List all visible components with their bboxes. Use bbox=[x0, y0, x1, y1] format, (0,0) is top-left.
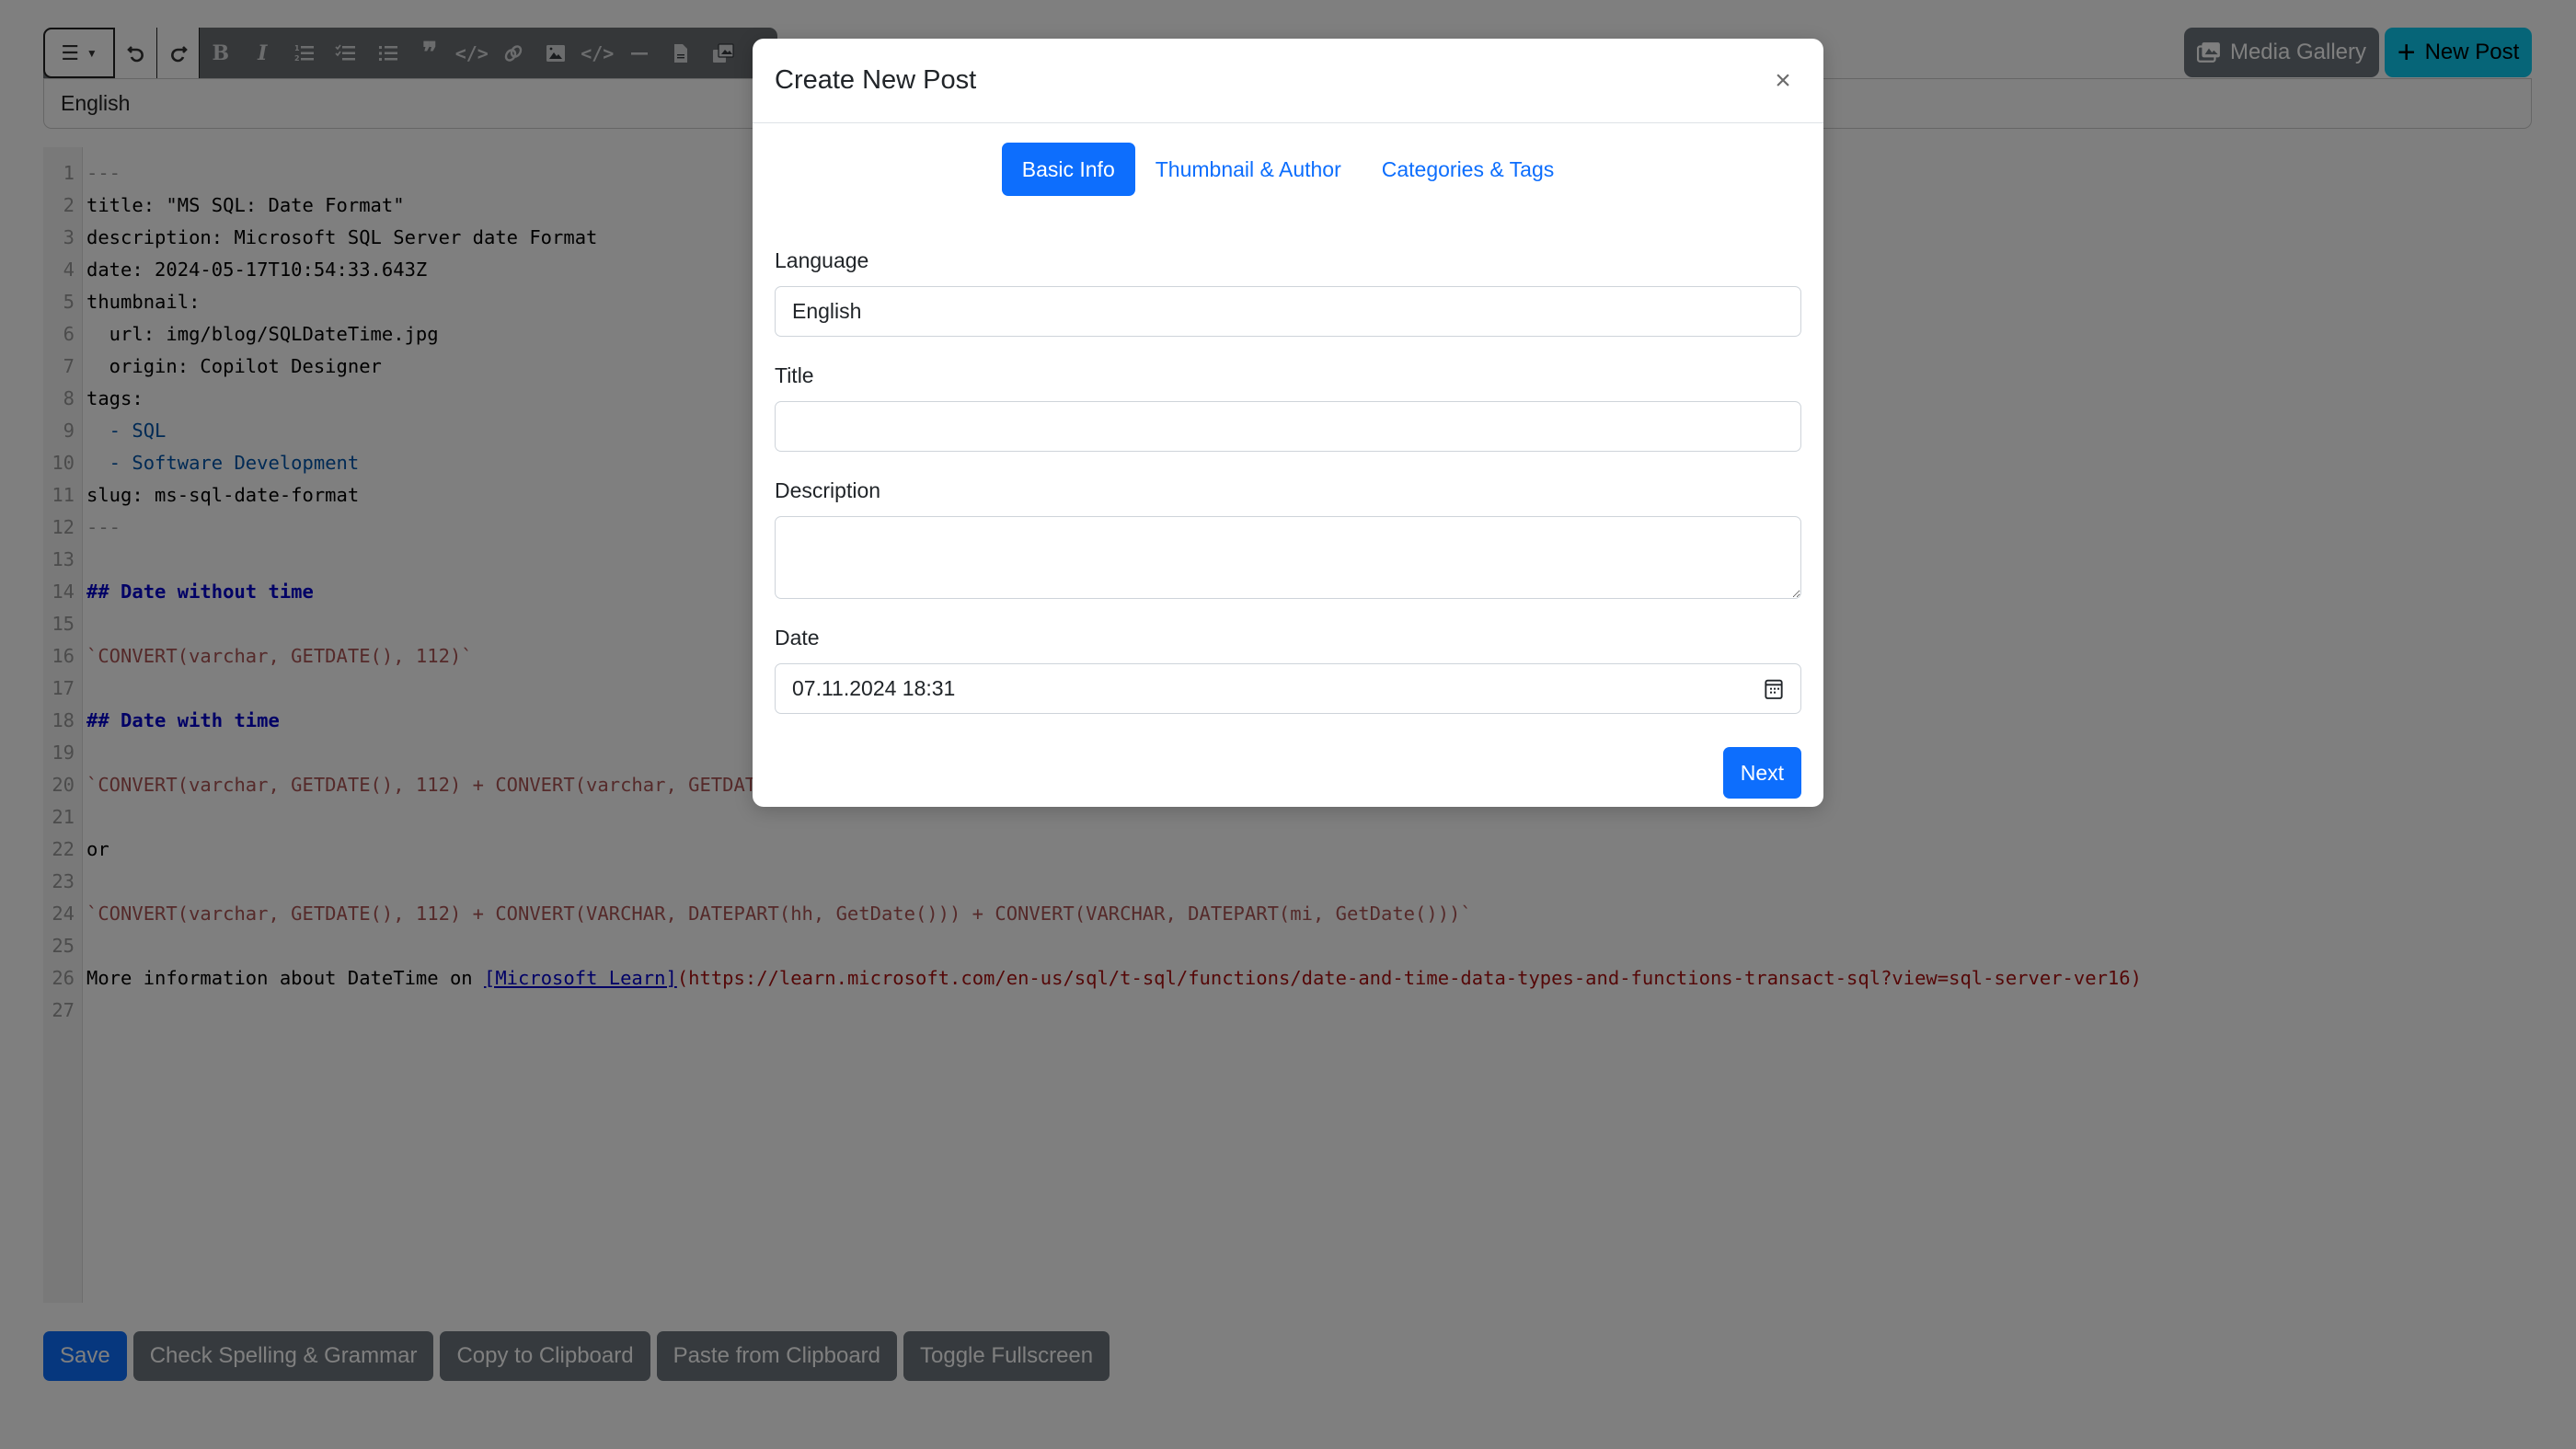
date-input-value: 07.11.2024 18:31 bbox=[792, 676, 956, 700]
modal-body: Basic Info Thumbnail & Author Categories… bbox=[753, 123, 1823, 799]
next-button[interactable]: Next bbox=[1722, 747, 1801, 799]
tab-thumbnail-author[interactable]: Thumbnail & Author bbox=[1135, 143, 1362, 196]
close-icon: × bbox=[1775, 64, 1791, 96]
language-input[interactable]: English bbox=[775, 286, 1801, 337]
language-group: Language English bbox=[775, 248, 1801, 337]
language-input-value: English bbox=[792, 299, 862, 323]
modal-header: Create New Post × bbox=[753, 39, 1823, 123]
title-group: Title bbox=[775, 363, 1801, 452]
description-group: Description bbox=[775, 478, 1801, 599]
date-input[interactable]: 07.11.2024 18:31 bbox=[775, 663, 1801, 714]
date-label: Date bbox=[775, 626, 820, 650]
modal-actions: Next bbox=[775, 747, 1801, 799]
title-label: Title bbox=[775, 363, 814, 387]
date-group: Date 07.11.2024 18:31 bbox=[775, 626, 1801, 714]
language-label: Language bbox=[775, 248, 869, 272]
tab-basic-info[interactable]: Basic Info bbox=[1001, 143, 1135, 196]
description-label: Description bbox=[775, 478, 881, 502]
modal-tabs: Basic Info Thumbnail & Author Categories… bbox=[775, 143, 1801, 196]
title-input[interactable] bbox=[775, 401, 1801, 452]
modal-title: Create New Post bbox=[775, 65, 977, 95]
description-textarea[interactable] bbox=[775, 516, 1801, 599]
calendar-icon[interactable] bbox=[1764, 678, 1784, 700]
close-button[interactable]: × bbox=[1765, 63, 1801, 99]
create-post-modal: Create New Post × Basic Info Thumbnail &… bbox=[753, 39, 1823, 807]
tab-categories-tags[interactable]: Categories & Tags bbox=[1362, 143, 1575, 196]
